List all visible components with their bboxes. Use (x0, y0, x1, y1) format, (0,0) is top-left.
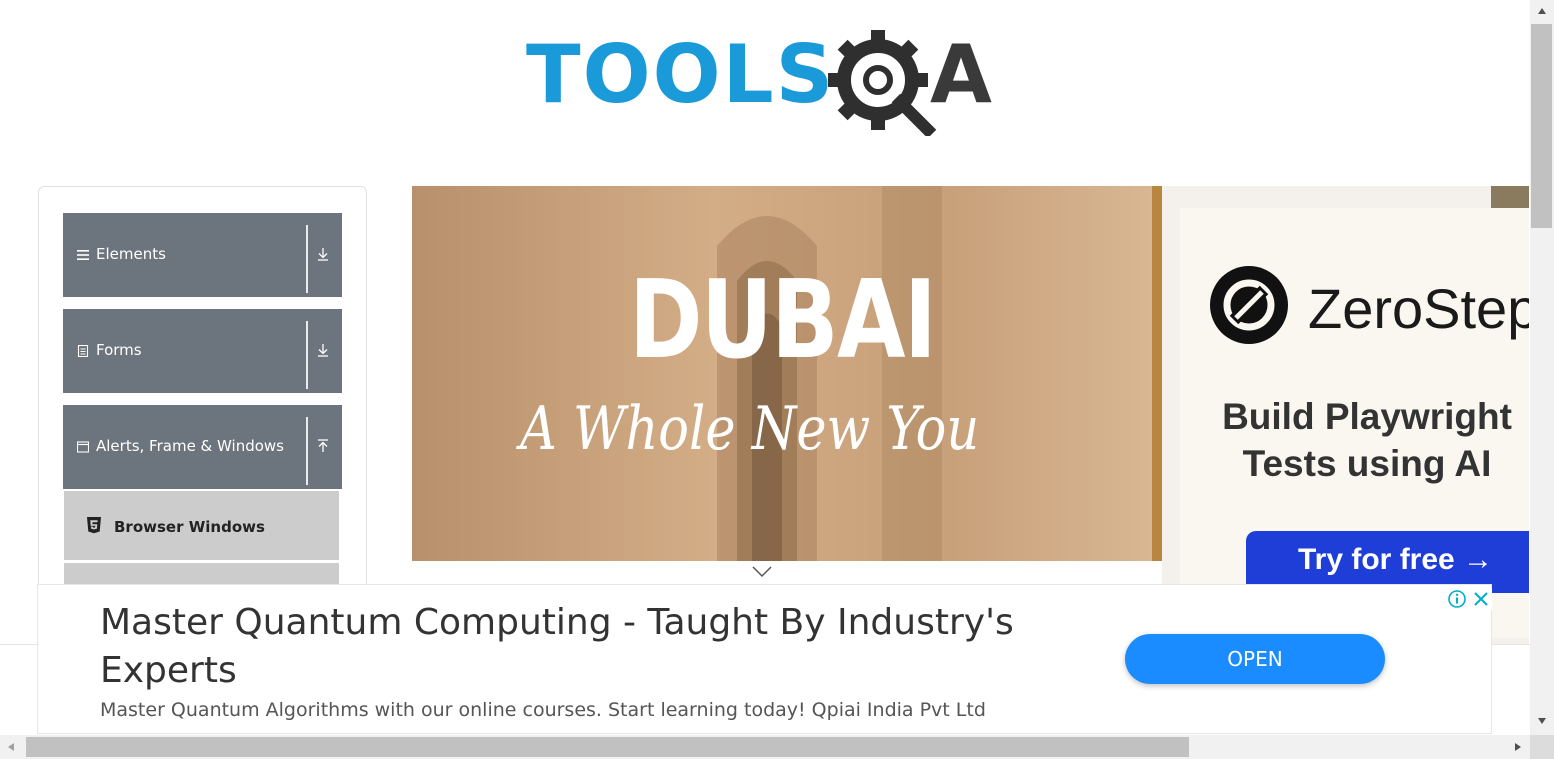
sidebar-group-label: Alerts, Frame & Windows (96, 437, 284, 455)
logo-suffix: A (930, 28, 992, 121)
logo-text: TOOLS (526, 28, 835, 121)
menu-item-label: Browser Windows (114, 518, 265, 536)
side-ad[interactable]: ZeroStep Build Playwright Tests using AI… (1162, 186, 1529, 644)
download-arrow-icon[interactable] (315, 245, 331, 263)
bottom-ad-description: Master Quantum Algorithms with our onlin… (100, 699, 986, 721)
side-ad-image-strip (1491, 186, 1529, 208)
page: TOOLS A Elements Forms Alerts, Frame & W… (0, 0, 1554, 759)
info-icon[interactable] (1446, 588, 1468, 610)
sidebar-group-label: Elements (96, 245, 166, 263)
banner-title: DUBAI (629, 258, 937, 383)
banner-ad[interactable]: DUBAI A Whole New You (412, 186, 1162, 561)
sidebar-group-elements[interactable]: Elements (63, 213, 342, 297)
scroll-right-arrow-icon[interactable] (1511, 740, 1525, 754)
bottom-ad-title[interactable]: Master Quantum Computing - Taught By Ind… (100, 599, 1060, 695)
download-arrow-icon[interactable] (315, 341, 331, 359)
side-ad-line-1: Build Playwright (1222, 396, 1512, 437)
horizontal-scrollbar-thumb[interactable] (26, 737, 1189, 757)
open-button[interactable]: OPEN (1125, 634, 1385, 684)
scroll-up-arrow-icon[interactable] (1535, 4, 1549, 18)
close-icon[interactable] (1470, 588, 1492, 610)
bottom-ad[interactable]: Master Quantum Computing - Taught By Ind… (37, 584, 1492, 734)
divider (306, 225, 308, 293)
scroll-down-arrow-icon[interactable] (1535, 714, 1549, 728)
sidebar-group-label: Forms (96, 341, 142, 359)
gear-icon (828, 30, 937, 136)
menu-item-browser-windows[interactable]: Browser Windows (64, 491, 339, 560)
divider (306, 417, 308, 485)
upload-arrow-icon[interactable] (315, 437, 331, 455)
html5-icon (87, 517, 101, 534)
side-ad-brand: ZeroStep (1308, 277, 1529, 340)
vertical-scrollbar-thumb[interactable] (1531, 24, 1552, 228)
sidebar-group-alerts-frame-windows[interactable]: Alerts, Frame & Windows (63, 405, 342, 489)
try-for-free-label: Try for free → (1298, 543, 1494, 576)
zerostep-logo-icon (1210, 266, 1288, 344)
banner-subtitle: A Whole New You (520, 394, 980, 464)
sidebar-group-forms[interactable]: Forms (63, 309, 342, 393)
hamburger-icon (77, 250, 89, 260)
side-ad-line-2: Tests using AI (1242, 443, 1492, 484)
scrollbar-corner (1530, 735, 1554, 759)
divider (306, 321, 308, 389)
chevron-down-icon[interactable] (752, 566, 772, 578)
document-icon (77, 345, 89, 357)
toolsqa-logo[interactable]: TOOLS A (526, 22, 1010, 136)
window-icon (77, 441, 89, 453)
scroll-left-arrow-icon[interactable] (4, 740, 18, 754)
sidebar-panel: Elements Forms Alerts, Frame & Windows B… (38, 186, 367, 607)
